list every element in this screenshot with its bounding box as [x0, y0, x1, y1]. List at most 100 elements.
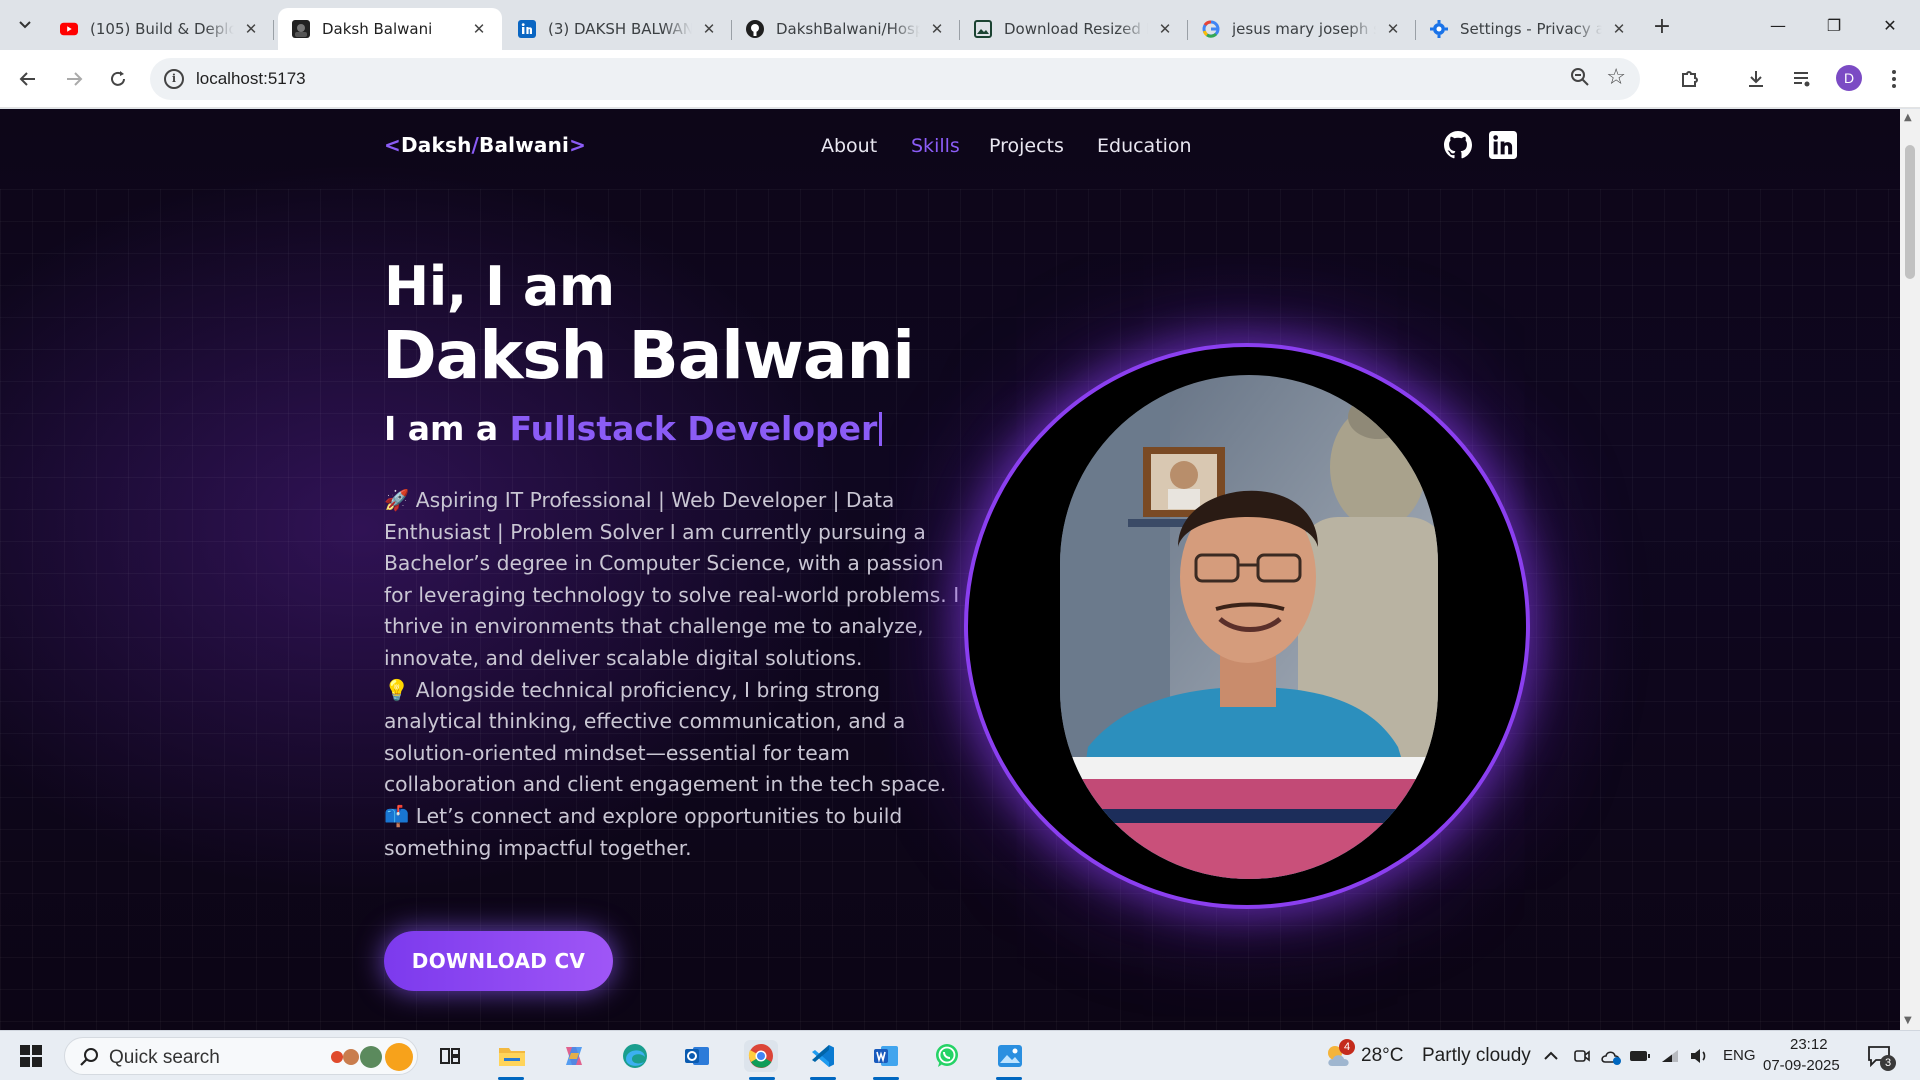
outlook-icon[interactable] — [680, 1040, 714, 1072]
edge-icon[interactable] — [618, 1040, 652, 1072]
tab-title: jesus mary joseph se — [1232, 20, 1376, 38]
site-logo[interactable]: <Daksh/Balwani> — [384, 133, 586, 157]
whatsapp-icon[interactable] — [930, 1040, 964, 1072]
browser-tab-strip: (105) Build & Deploy ✕ Daksh Balwani ✕ (… — [0, 0, 1920, 50]
image-icon — [974, 20, 992, 38]
page-viewport: <Daksh/Balwani> About Skills Projects Ed… — [0, 109, 1900, 1030]
close-window-button[interactable]: ✕ — [1862, 0, 1918, 50]
extensions-button[interactable] — [1672, 61, 1708, 97]
weather-badge: 4 — [1339, 1039, 1355, 1055]
tab-settings[interactable]: Settings - Privacy and ✕ — [1416, 8, 1642, 50]
close-icon[interactable]: ✕ — [242, 20, 260, 38]
close-icon[interactable]: ✕ — [1156, 20, 1174, 38]
tab-title: DakshBalwani/Hospit — [776, 20, 920, 38]
volume-icon[interactable] — [1682, 1040, 1716, 1072]
notification-count-badge: 3 — [1880, 1055, 1896, 1071]
tab-image-resizer[interactable]: Download Resized Im ✕ — [960, 8, 1188, 50]
tab-search-button[interactable] — [8, 10, 42, 40]
minimize-button[interactable]: — — [1750, 0, 1806, 50]
tab-linkedin[interactable]: (3) DAKSH BALWANI ✕ — [504, 8, 732, 50]
nav-link-about[interactable]: About — [821, 135, 877, 157]
linkedin-icon[interactable] — [1489, 131, 1517, 159]
copilot-icon[interactable] — [557, 1040, 591, 1072]
menu-button[interactable] — [1876, 61, 1912, 97]
arrow-left-icon — [19, 72, 35, 86]
tab-github[interactable]: DakshBalwani/Hospit ✕ — [732, 8, 960, 50]
close-icon[interactable]: ✕ — [928, 20, 946, 38]
nav-link-education[interactable]: Education — [1097, 135, 1192, 157]
close-icon[interactable]: ✕ — [700, 20, 718, 38]
tab-title: Daksh Balwani — [322, 20, 433, 38]
browser-toolbar: i localhost:5173 ☆ D — [0, 50, 1920, 108]
role-prefix: I am a — [384, 409, 510, 448]
chevron-up-icon[interactable] — [1534, 1040, 1568, 1072]
puzzle-icon — [1682, 71, 1698, 87]
arrow-right-icon — [67, 72, 83, 86]
weather-condition: Partly cloudy — [1422, 1045, 1531, 1066]
close-icon[interactable]: ✕ — [470, 20, 488, 38]
downloads-button[interactable] — [1738, 61, 1774, 97]
windows-taskbar: Quick search 4 28°C Partly cloudy ENG 23… — [0, 1030, 1920, 1080]
clock-date[interactable]: 07-09-2025 — [1763, 1057, 1840, 1074]
vscode-icon[interactable] — [806, 1040, 840, 1072]
reload-icon — [111, 71, 125, 86]
tab-google-search[interactable]: jesus mary joseph se ✕ — [1188, 8, 1416, 50]
address-bar[interactable]: i localhost:5173 ☆ — [150, 58, 1640, 100]
tab-youtube[interactable]: (105) Build & Deploy ✕ — [46, 8, 274, 50]
portrait-image — [1060, 375, 1438, 879]
language-indicator[interactable]: ENG — [1723, 1047, 1756, 1064]
zoom-icon[interactable] — [1570, 67, 1590, 92]
tab-daksh-balwani[interactable]: Daksh Balwani ✕ — [278, 8, 502, 50]
media-queue-icon — [1794, 72, 1810, 87]
search-highlight-icon — [331, 1043, 413, 1071]
linkedin-icon — [518, 20, 536, 38]
photos-icon[interactable] — [993, 1040, 1027, 1072]
hero-greeting: Hi, I am — [384, 255, 615, 318]
profile-avatar[interactable]: D — [1836, 65, 1862, 91]
close-icon[interactable]: ✕ — [1384, 20, 1402, 38]
tab-title: (105) Build & Deploy — [90, 20, 234, 38]
chrome-icon[interactable] — [744, 1040, 778, 1072]
youtube-icon — [60, 20, 78, 38]
bookmark-star-icon[interactable]: ☆ — [1606, 65, 1626, 90]
chevron-down-icon — [19, 21, 31, 29]
battery-icon[interactable] — [1623, 1040, 1657, 1072]
tab-title: Download Resized Im — [1004, 20, 1148, 38]
word-icon[interactable] — [869, 1040, 903, 1072]
close-icon[interactable]: ✕ — [1610, 20, 1628, 38]
hero-name: Daksh Balwani — [382, 317, 915, 394]
site-info-icon[interactable]: i — [164, 69, 184, 89]
nav-link-skills[interactable]: Skills — [911, 135, 960, 157]
google-icon — [1202, 20, 1220, 38]
kebab-menu-icon — [1892, 70, 1896, 88]
download-cv-button[interactable]: DOWNLOAD CV — [384, 931, 613, 991]
taskbar-search-box[interactable]: Quick search — [64, 1037, 418, 1075]
scrollbar-thumb[interactable] — [1905, 145, 1915, 279]
restore-button[interactable]: ❐ — [1806, 0, 1862, 50]
nav-link-projects[interactable]: Projects — [989, 135, 1064, 157]
media-control-button[interactable] — [1784, 61, 1820, 97]
back-button[interactable] — [10, 61, 46, 97]
download-icon — [1749, 71, 1763, 87]
reload-button[interactable] — [100, 61, 136, 97]
scroll-down-icon[interactable]: ▼ — [1904, 1015, 1912, 1026]
weather-temp: 28°C — [1361, 1045, 1404, 1066]
site-favicon-icon — [292, 20, 310, 38]
scroll-up-icon[interactable]: ▲ — [1904, 112, 1912, 123]
search-placeholder: Quick search — [109, 1047, 220, 1068]
url-text: localhost:5173 — [196, 69, 306, 88]
task-view-icon[interactable] — [433, 1040, 467, 1072]
new-tab-button[interactable]: + — [1648, 12, 1676, 40]
forward-button[interactable] — [56, 61, 92, 97]
hero-role: I am a Fullstack Developer — [384, 409, 883, 448]
hero-bio: 🚀 Aspiring IT Professional | Web Develop… — [384, 488, 960, 860]
tab-title: Settings - Privacy and — [1460, 20, 1602, 38]
windows-start-icon[interactable] — [14, 1040, 48, 1072]
settings-icon — [1430, 20, 1448, 38]
clock-time[interactable]: 23:12 — [1790, 1036, 1828, 1053]
file-explorer-icon[interactable] — [495, 1040, 529, 1072]
typing-caret — [879, 412, 883, 446]
search-icon — [80, 1048, 98, 1066]
github-icon[interactable] — [1444, 131, 1472, 159]
page-scrollbar[interactable]: ▲ ▼ — [1900, 109, 1920, 1030]
